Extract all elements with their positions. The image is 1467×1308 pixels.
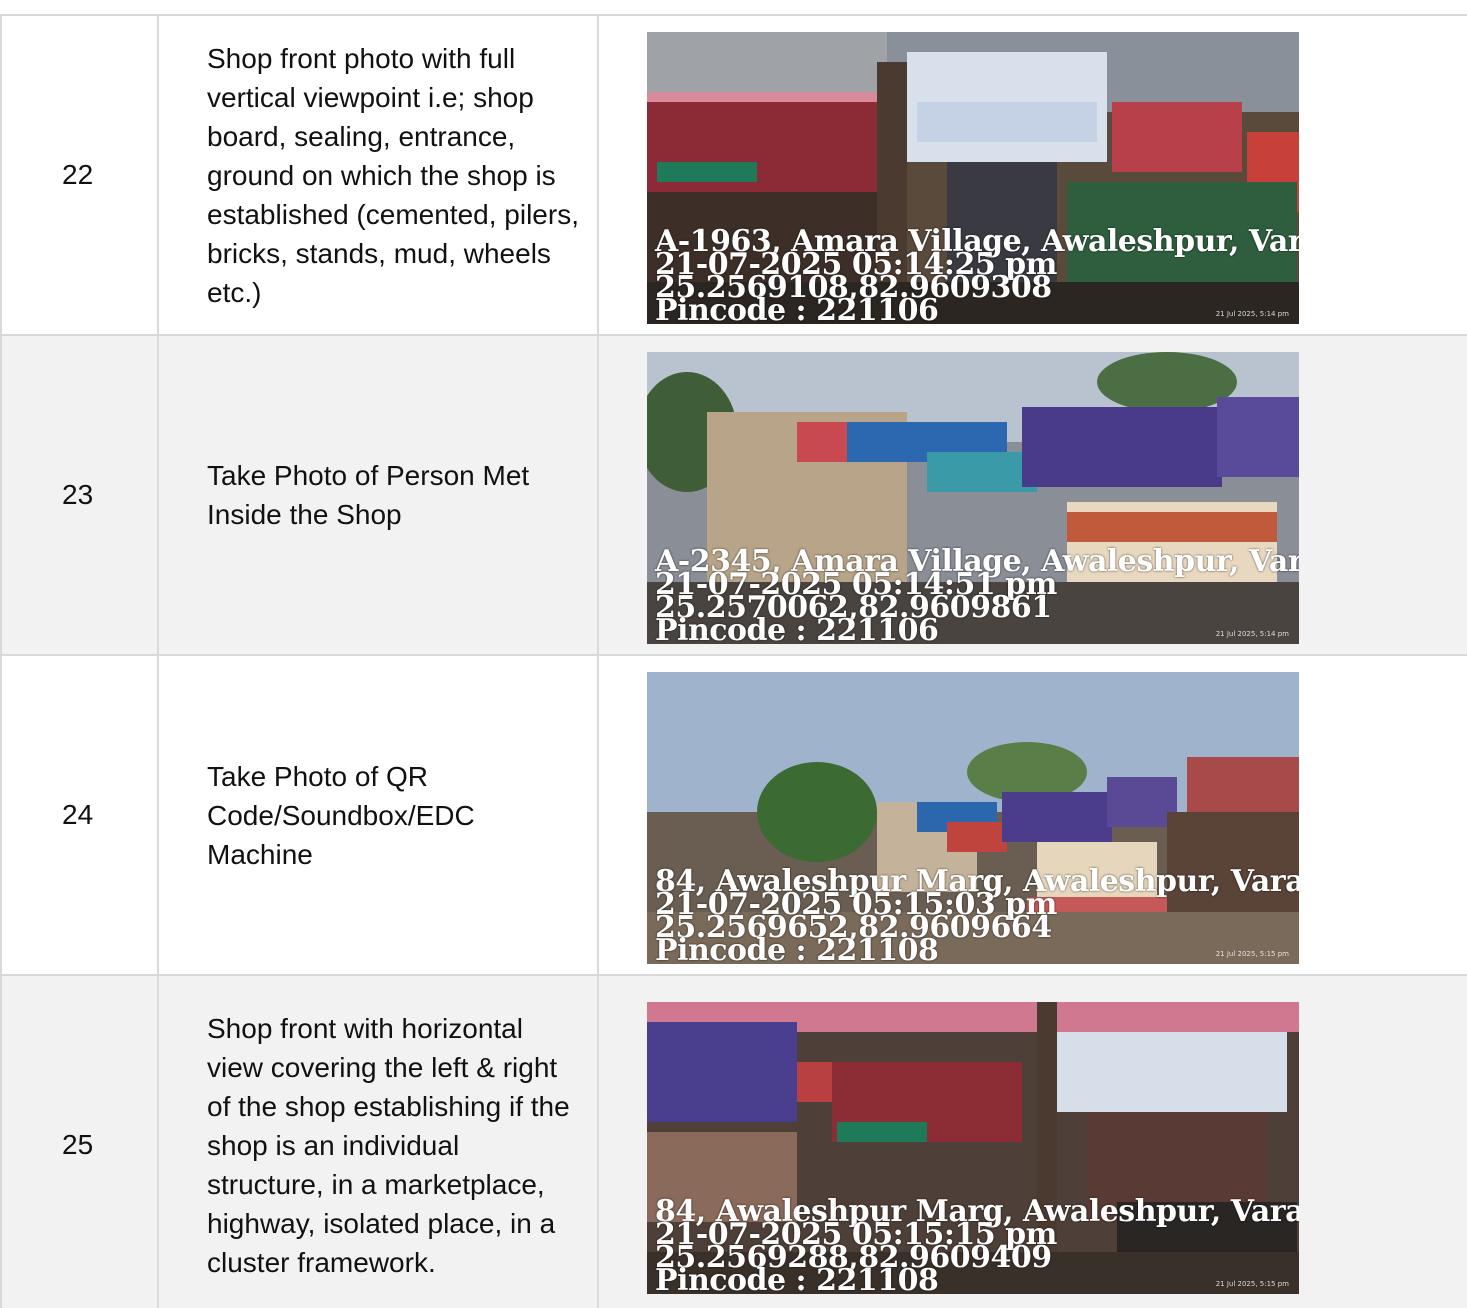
- row-description: Shop front with horizontal view covering…: [157, 974, 599, 1308]
- row-description: Shop front photo with full vertical view…: [157, 14, 599, 336]
- shop-row-photo[interactable]: 84, Awaleshpur Marg, Awaleshpur, Varana …: [647, 1002, 1299, 1294]
- photo-cell: A-2345, Amara Village, Awaleshpur, Varan…: [597, 334, 1467, 656]
- street-shops-photo[interactable]: A-2345, Amara Village, Awaleshpur, Varan…: [647, 352, 1299, 644]
- row-number: 24: [0, 654, 159, 976]
- row-number: 25: [0, 974, 159, 1308]
- photo-cell: A-1963, Amara Village, Awaleshpur, Varan…: [597, 14, 1467, 336]
- camera-timestamp: 21 Jul 2025, 5:14 pm: [1215, 310, 1289, 318]
- photo-cell: 84, Awaleshpur Marg, Awaleshpur, Varana …: [597, 654, 1467, 976]
- camera-timestamp: 21 Jul 2025, 5:15 pm: [1215, 1280, 1289, 1288]
- row-number: 23: [0, 334, 159, 656]
- photo-cell: 84, Awaleshpur Marg, Awaleshpur, Varana …: [597, 974, 1467, 1308]
- photo-geo-stamp: A-1963, Amara Village, Awaleshpur, Varan…: [655, 227, 1299, 325]
- camera-timestamp: 21 Jul 2025, 5:15 pm: [1215, 950, 1289, 958]
- table-row: 22 Shop front photo with full vertical v…: [0, 14, 1467, 336]
- table-row: 24 Take Photo of QR Code/Soundbox/EDC Ma…: [0, 654, 1467, 976]
- row-number: 22: [0, 14, 159, 336]
- row-description: Take Photo of Person Met Inside the Shop: [157, 334, 599, 656]
- photo-geo-stamp: 84, Awaleshpur Marg, Awaleshpur, Varana …: [655, 867, 1299, 965]
- row-description: Take Photo of QR Code/Soundbox/EDC Machi…: [157, 654, 599, 976]
- survey-table: 22 Shop front photo with full vertical v…: [0, 14, 1467, 1308]
- market-street-photo[interactable]: 84, Awaleshpur Marg, Awaleshpur, Varana …: [647, 672, 1299, 964]
- shop-front-photo[interactable]: A-1963, Amara Village, Awaleshpur, Varan…: [647, 32, 1299, 324]
- table-row: 25 Shop front with horizontal view cover…: [0, 974, 1467, 1308]
- photo-geo-stamp: 84, Awaleshpur Marg, Awaleshpur, Varana …: [655, 1197, 1299, 1295]
- table-row: 23 Take Photo of Person Met Inside the S…: [0, 334, 1467, 656]
- photo-geo-stamp: A-2345, Amara Village, Awaleshpur, Varan…: [655, 547, 1299, 645]
- survey-sheet: 22 Shop front photo with full vertical v…: [0, 14, 1467, 1308]
- camera-timestamp: 21 Jul 2025, 5:14 pm: [1215, 630, 1289, 638]
